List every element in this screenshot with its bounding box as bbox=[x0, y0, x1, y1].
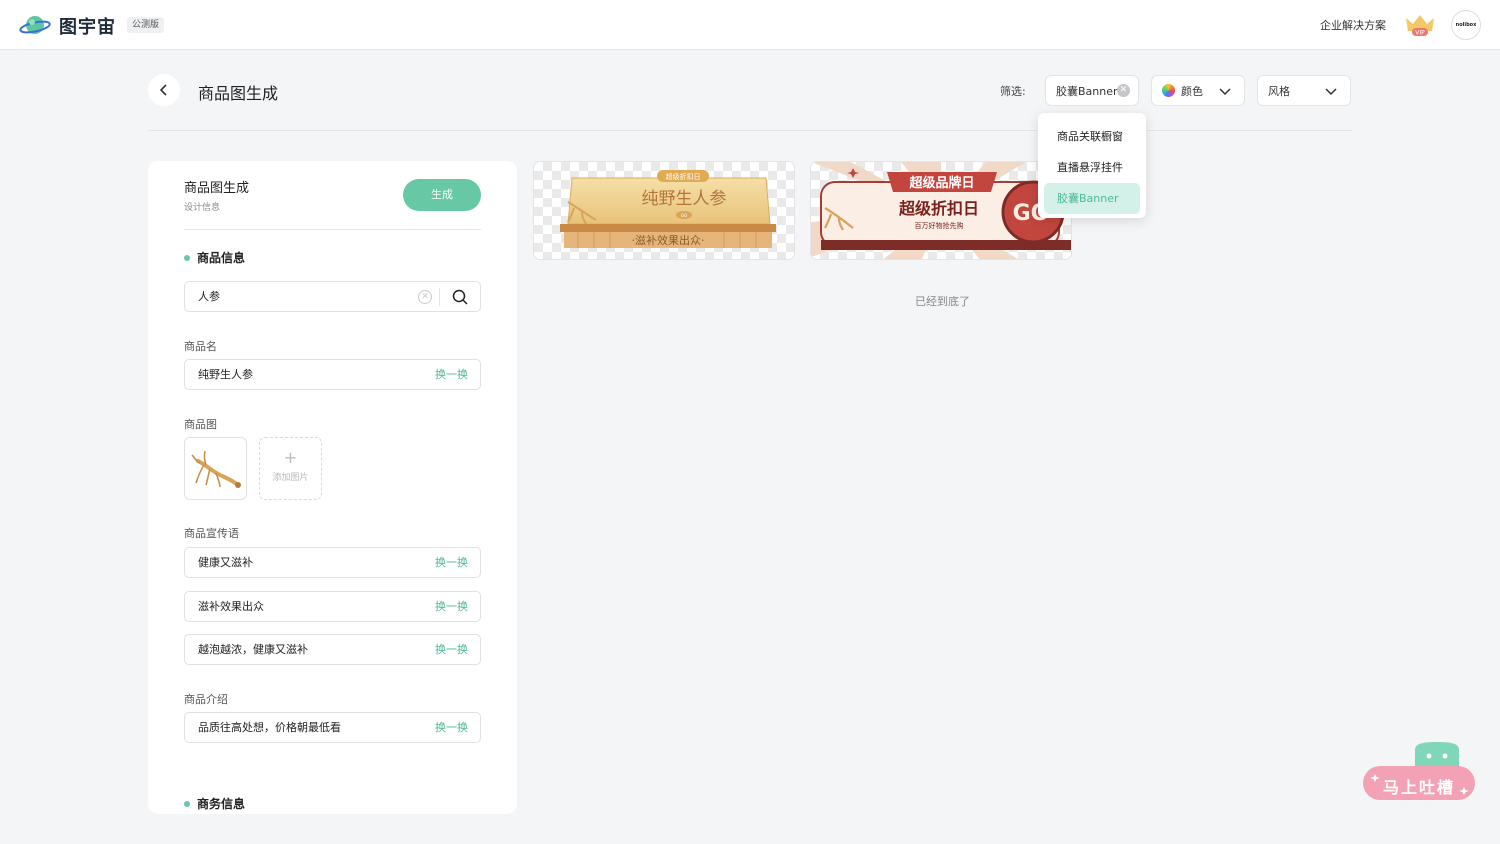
chevron-down-icon bbox=[1219, 88, 1231, 96]
planet-logo-icon[interactable] bbox=[19, 13, 51, 37]
dropdown-option-live-widget[interactable]: 直播悬浮挂件 bbox=[1044, 152, 1140, 183]
product-info-heading: 商品信息 bbox=[184, 249, 245, 266]
clear-search-icon[interactable]: ✕ bbox=[418, 290, 432, 304]
intro-value: 品质往高处想，价格朝最低看 bbox=[198, 721, 341, 734]
filter-label: 筛选: bbox=[1000, 85, 1026, 98]
swap-button[interactable]: 换一换 bbox=[435, 360, 468, 389]
beta-badge: 公测版 bbox=[127, 17, 165, 33]
panel-divider bbox=[184, 229, 481, 230]
card-subtitle: 百万好物抢先购 bbox=[915, 221, 964, 230]
section-dot bbox=[184, 800, 190, 807]
product-name-field[interactable]: 纯野生人参 换一换 bbox=[184, 359, 481, 390]
color-wheel-icon bbox=[1162, 84, 1175, 97]
product-name-label: 商品名 bbox=[184, 340, 217, 353]
slogan-value: 滋补效果出众 bbox=[198, 600, 264, 613]
product-info-label: 商品信息 bbox=[197, 251, 246, 265]
swap-button[interactable]: 换一换 bbox=[435, 592, 468, 621]
intro-field[interactable]: 品质往高处想，价格朝最低看 换一换 bbox=[184, 712, 481, 743]
app-name[interactable]: 图宇宙 bbox=[59, 13, 116, 39]
slogan-value: 健康又滋补 bbox=[198, 556, 253, 569]
result-card[interactable]: 超级折扣日 纯野生人参 GO ·滋补效果出众· bbox=[533, 161, 795, 260]
dropdown-option-capsule-banner[interactable]: 胶囊Banner bbox=[1044, 183, 1140, 214]
design-info-panel: 商品图生成 设计信息 生成 商品信息 人参 ✕ 商品名 纯野生人参 换一换 商品… bbox=[148, 161, 517, 814]
panel-title: 商品图生成 bbox=[184, 181, 250, 196]
business-info-heading: 商务信息 bbox=[184, 795, 245, 812]
search-separator bbox=[439, 288, 440, 306]
avatar[interactable]: nolibox bbox=[1451, 10, 1481, 40]
type-dropdown-menu: 商品关联橱窗 直播悬浮挂件 胶囊Banner bbox=[1038, 113, 1146, 218]
swap-button[interactable]: 换一换 bbox=[435, 713, 468, 742]
top-bar: 图宇宙 公测版 企业解决方案 VIP nolibox bbox=[0, 0, 1500, 50]
search-icon[interactable] bbox=[452, 289, 468, 305]
slogan-field-1[interactable]: 健康又滋补 换一换 bbox=[184, 547, 481, 578]
intro-label: 商品介绍 bbox=[184, 693, 228, 706]
panel-subtitle: 设计信息 bbox=[184, 203, 221, 213]
result-card[interactable]: 超级品牌日 超级折扣日 百万好物抢先购 GO bbox=[810, 161, 1072, 260]
filter-chip-banner[interactable]: 胶囊Banner ✕ bbox=[1045, 75, 1139, 106]
add-image-button[interactable]: + 添加图片 bbox=[259, 437, 322, 500]
product-name-value: 纯野生人参 bbox=[198, 368, 253, 381]
ginseng-image bbox=[190, 450, 241, 488]
product-image-label: 商品图 bbox=[184, 418, 217, 431]
vip-label: VIP bbox=[1415, 30, 1425, 37]
product-search-input[interactable]: 人参 ✕ bbox=[184, 281, 481, 312]
banner-preview-red: 超级品牌日 超级折扣日 百万好物抢先购 GO bbox=[811, 162, 1071, 259]
search-value: 人参 bbox=[198, 290, 220, 303]
dropdown-option-showcase[interactable]: 商品关联橱窗 bbox=[1044, 121, 1140, 152]
color-filter-select[interactable]: 颜色 bbox=[1151, 75, 1245, 106]
slogan-value: 越泡越浓，健康又滋补 bbox=[198, 643, 308, 656]
vip-crown-icon[interactable]: VIP bbox=[1403, 12, 1437, 38]
card-title: 超级折扣日 bbox=[898, 199, 979, 218]
style-filter-select[interactable]: 风格 bbox=[1257, 75, 1351, 106]
plus-icon: + bbox=[283, 448, 298, 467]
swap-button[interactable]: 换一换 bbox=[435, 548, 468, 577]
card-tag: 超级折扣日 bbox=[666, 172, 701, 181]
clear-filter-icon[interactable]: ✕ bbox=[1117, 84, 1130, 97]
end-of-list-text: 已经到底了 bbox=[915, 295, 970, 308]
card-slogan: ·滋补效果出众· bbox=[632, 233, 705, 247]
generate-button[interactable]: 生成 bbox=[403, 179, 481, 211]
business-info-label: 商务信息 bbox=[197, 797, 246, 811]
filter-chip-label: 胶囊Banner bbox=[1056, 84, 1118, 98]
style-filter-label: 风格 bbox=[1268, 84, 1290, 98]
slogan-field-2[interactable]: 滋补效果出众 换一换 bbox=[184, 591, 481, 622]
chevron-left-icon bbox=[159, 84, 167, 96]
banner-preview-gold: 超级折扣日 纯野生人参 GO ·滋补效果出众· bbox=[560, 170, 776, 248]
enterprise-solutions-link[interactable]: 企业解决方案 bbox=[1320, 17, 1386, 33]
back-button[interactable] bbox=[148, 74, 180, 106]
product-image-thumbnail[interactable] bbox=[184, 437, 247, 500]
feedback-widget[interactable]: 马上吐槽 bbox=[1363, 740, 1477, 802]
slogan-label: 商品宣传语 bbox=[184, 527, 239, 540]
header-divider bbox=[148, 130, 1352, 131]
color-filter-label: 颜色 bbox=[1181, 84, 1203, 98]
page-title: 商品图生成 bbox=[198, 84, 279, 103]
card-ribbon: 超级品牌日 bbox=[909, 175, 974, 191]
feedback-label: 马上吐槽 bbox=[1383, 778, 1456, 797]
chevron-down-icon bbox=[1325, 88, 1337, 96]
swap-button[interactable]: 换一换 bbox=[435, 635, 468, 664]
section-dot bbox=[184, 254, 190, 261]
slogan-field-3[interactable]: 越泡越浓，健康又滋补 换一换 bbox=[184, 634, 481, 665]
card-title: 纯野生人参 bbox=[642, 189, 727, 209]
add-image-label: 添加图片 bbox=[272, 473, 309, 483]
card-go-label: GO bbox=[681, 213, 687, 218]
